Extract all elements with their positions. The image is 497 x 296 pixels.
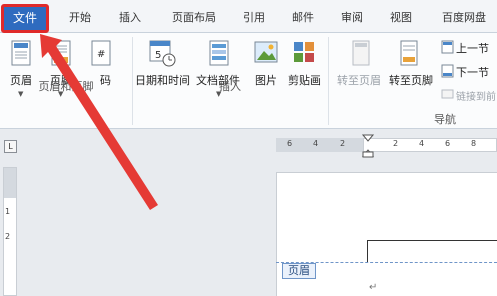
ruler-number: 8 [471,139,477,148]
ribbon-tab-bar: 文件 开始 插入 页面布局 引用 邮件 审阅 视图 百度网盘 [0,0,497,33]
tab-baidu-netdisk[interactable]: 百度网盘 [434,8,494,28]
indent-marker-icon[interactable] [362,134,374,158]
vertical-ruler-number: 2 [5,232,11,241]
vertical-ruler-margin [4,168,16,198]
header-icon[interactable] [10,40,34,68]
ribbon-separator [328,37,329,125]
tab-insert[interactable]: 插入 [112,8,148,28]
next-section-label[interactable]: 下一节 [456,64,489,80]
word-window: { "tabs": { "file": "文件", "home": "开始", … [0,0,497,296]
vertical-ruler-number: 1 [5,207,11,216]
goto-footer-icon[interactable] [398,40,422,68]
goto-header-icon [352,40,370,66]
page-number-icon[interactable]: # [90,40,114,68]
clipart-button-label[interactable]: 剪贴画 [288,72,321,88]
goto-footer-button-label[interactable]: 转至页脚 [389,72,433,88]
group-label-header-footer: 页眉和页脚 [38,80,94,93]
footer-icon[interactable] [50,40,74,68]
clipart-icon[interactable] [292,40,318,66]
document-parts-icon[interactable] [208,40,232,68]
tab-references[interactable]: 引用 [236,8,272,28]
group-label-insert: 插入 [219,80,241,93]
calendar-clock-icon[interactable]: 5 [148,38,178,68]
ruler-number: 2 [393,139,399,148]
ruler-number: 4 [313,139,319,148]
tab-mailings[interactable]: 邮件 [285,8,321,28]
svg-text:5: 5 [155,50,161,61]
file-tab-highlight-box [1,4,49,33]
margin-corner-line-horizontal [367,240,497,241]
picture-icon[interactable] [254,40,280,66]
svg-text:#: # [97,49,105,60]
link-to-previous-icon [441,89,454,99]
goto-header-button-label: 转至页眉 [337,74,381,87]
tab-selector-button[interactable]: L [4,140,17,153]
ruler-number: 2 [340,139,346,148]
ruler-number: 6 [445,139,451,148]
header-area-tag: 页眉 [282,263,316,279]
next-section-icon[interactable] [441,64,455,78]
ruler-number: 6 [287,139,293,148]
tab-review[interactable]: 审阅 [334,8,370,28]
group-label-navigation: 导航 [434,113,456,126]
previous-section-label[interactable]: 上一节 [456,40,489,56]
tab-view[interactable]: 视图 [383,8,419,28]
link-to-previous-label: 链接到前 [456,92,496,103]
ruler-number: 4 [419,139,425,148]
previous-section-icon[interactable] [441,40,455,54]
margin-corner-line-vertical [367,240,368,262]
tab-home[interactable]: 开始 [62,8,98,28]
tab-page-layout[interactable]: 页面布局 [164,8,224,28]
ribbon-separator [132,37,133,125]
paragraph-mark: ↵ [369,282,378,293]
datetime-button-label[interactable]: 日期和时间 [135,72,190,88]
